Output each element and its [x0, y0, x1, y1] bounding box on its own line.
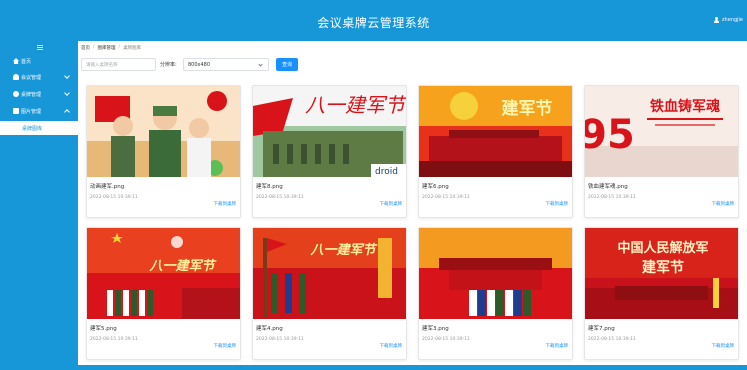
card-timestamp: 2022-08-15 10:39:11 — [588, 195, 636, 200]
person-icon — [13, 74, 19, 80]
query-button[interactable]: 查询 — [276, 58, 298, 71]
card-thumbnail[interactable]: 95 铁血铸军魂 — [585, 86, 738, 177]
sidebar-item-label: 会议管理 — [21, 74, 42, 81]
user-icon — [714, 17, 720, 23]
image-icon — [13, 108, 19, 114]
breadcrumb-separator: / — [118, 45, 121, 50]
sidebar-item-label: 桌牌管理 — [21, 91, 42, 98]
breadcrumb-separator: / — [93, 45, 95, 50]
gear-icon — [13, 91, 19, 97]
card-timestamp: 2022-08-15 10:39:11 — [256, 337, 304, 342]
poster-title: 八一建军节 — [309, 242, 377, 258]
card-filename: 建军5.png — [90, 326, 117, 332]
search-input[interactable]: 请输入桌牌名称 — [81, 58, 156, 71]
image-card[interactable]: 中国人民解放军 建军节 建军7.png 2022-08-15 10:39:11 … — [584, 227, 739, 360]
app-title: 会议桌牌云管理系统 — [317, 16, 430, 30]
username: zhengjie — [721, 17, 743, 23]
poster-number: 95 — [585, 112, 635, 158]
user-menu[interactable]: zhengjie — [714, 17, 743, 23]
top-header-bar: 会议桌牌云管理系统 zhengjie — [0, 0, 747, 41]
download-to-nameplate-link[interactable]: 下载到桌牌 — [214, 201, 237, 207]
card-thumbnail[interactable]: 八一建军节 — [87, 228, 240, 319]
poster-title: 八一建军节 — [305, 93, 406, 117]
card-thumbnail[interactable] — [419, 228, 572, 319]
poster-title: 建军节 — [502, 98, 553, 119]
card-filename: 建军8.png — [256, 184, 283, 190]
download-to-nameplate-link[interactable]: 下载到桌牌 — [712, 201, 735, 207]
image-card[interactable]: 八一建军节 建军5.png 2022-08-15 10:39:11 下载到桌牌 — [86, 227, 241, 360]
card-timestamp: 2022-08-15 10:39:11 — [90, 195, 138, 200]
chevron-down-icon — [64, 90, 70, 96]
card-thumbnail[interactable] — [87, 86, 240, 177]
breadcrumb: 首页 / 图库管理 / 桌牌图库 — [81, 45, 141, 51]
card-filename: 建军7.png — [588, 326, 615, 332]
chevron-up-icon — [64, 109, 70, 115]
card-timestamp: 2022-08-15 10:39:11 — [588, 337, 636, 342]
card-thumbnail[interactable]: 八一建军节 — [253, 228, 406, 319]
sidebar: 首页 会议管理 桌牌管理 图片管理 桌牌图库 — [0, 41, 78, 370]
card-timestamp: 2022-08-15 10:39:11 — [256, 195, 304, 200]
sidebar-item-images[interactable]: 图片管理 — [0, 105, 78, 117]
chevron-down-icon — [64, 73, 70, 79]
download-to-nameplate-link[interactable]: 下载到桌牌 — [380, 343, 403, 349]
resolution-select[interactable]: 800x480 — [183, 58, 269, 71]
main-content: 首页 / 图库管理 / 桌牌图库 请输入桌牌名称 分辨率: 800x480 查询 — [78, 41, 747, 370]
card-filename: 铁血建军魂.png — [588, 184, 628, 190]
breadcrumb-item-current: 桌牌图库 — [123, 46, 142, 51]
poster-title-line2: 建军节 — [642, 259, 684, 276]
card-thumbnail[interactable]: 八一建军节 droid — [253, 86, 406, 177]
card-filename: 建军4.png — [256, 326, 283, 332]
download-to-nameplate-link[interactable]: 下载到桌牌 — [214, 343, 237, 349]
image-card[interactable]: 95 铁血铸军魂 铁血建军魂.png 2022-08-15 10:39:11 下… — [584, 85, 739, 218]
breadcrumb-item[interactable]: 首页 — [81, 45, 90, 51]
poster-title: 八一建军节 — [148, 258, 216, 274]
resolution-value: 800x480 — [188, 61, 211, 68]
card-timestamp: 2022-08-15 10:39:11 — [90, 337, 138, 342]
home-icon — [13, 58, 19, 64]
image-card[interactable]: 八一建军节 droid 建军8.png 2022-08-15 10:39:11 … — [252, 85, 407, 218]
image-card[interactable]: 建军节 建军6.png 2022-08-15 10:39:11 下载到桌牌 — [418, 85, 573, 218]
chevron-down-icon — [258, 62, 263, 67]
resolution-label: 分辨率: — [160, 62, 177, 68]
card-thumbnail[interactable]: 建军节 — [419, 86, 572, 177]
footer-bar — [78, 365, 747, 370]
card-timestamp: 2022-08-15 10:39:11 — [422, 195, 470, 200]
sidebar-item-nameplate[interactable]: 桌牌管理 — [0, 88, 78, 100]
download-to-nameplate-link[interactable]: 下载到桌牌 — [546, 201, 569, 207]
card-thumbnail[interactable]: 中国人民解放军 建军节 — [585, 228, 738, 319]
image-card[interactable]: 建军3.png 2022-08-15 10:39:11 下载到桌牌 — [418, 227, 573, 360]
sidebar-item-label: 首页 — [21, 58, 32, 65]
card-filename: 建军6.png — [422, 184, 449, 190]
poster-title-line1: 中国人民解放军 — [617, 240, 708, 256]
menu-toggle-icon[interactable] — [37, 45, 43, 50]
poster-corner-text: droid — [375, 167, 398, 177]
breadcrumb-item[interactable]: 图库管理 — [98, 45, 116, 51]
card-filename: 动画建军.png — [90, 184, 125, 190]
sidebar-item-home[interactable]: 首页 — [0, 55, 78, 67]
sidebar-item-meeting[interactable]: 会议管理 — [0, 71, 78, 83]
sidebar-subitem-gallery[interactable]: 桌牌图库 — [0, 121, 78, 135]
card-filename: 建军3.png — [422, 326, 449, 332]
download-to-nameplate-link[interactable]: 下载到桌牌 — [380, 201, 403, 207]
poster-title: 铁血铸军魂 — [650, 98, 720, 115]
image-card[interactable]: 八一建军节 建军4.png 2022-08-15 10:39:11 下载到桌牌 — [252, 227, 407, 360]
image-card[interactable]: 动画建军.png 2022-08-15 10:39:11 下载到桌牌 — [86, 85, 241, 218]
card-timestamp: 2022-08-15 10:39:11 — [422, 337, 470, 342]
sidebar-item-label: 图片管理 — [21, 108, 42, 115]
download-to-nameplate-link[interactable]: 下载到桌牌 — [546, 343, 569, 349]
download-to-nameplate-link[interactable]: 下载到桌牌 — [712, 343, 735, 349]
